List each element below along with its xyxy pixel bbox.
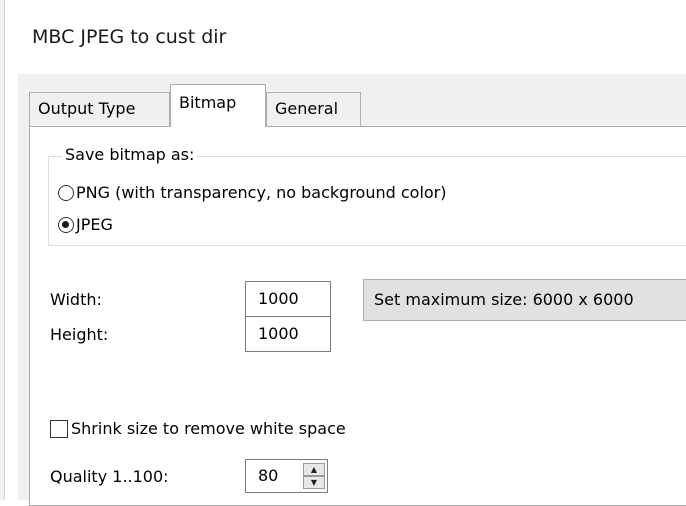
tab-general[interactable]: General: [266, 92, 361, 126]
quality-spinner[interactable]: ▲ ▼: [303, 463, 325, 489]
radio-png-label: PNG (with transparency, no background co…: [76, 183, 447, 202]
dialog-title: MBC JPEG to cust dir: [32, 26, 227, 48]
quality-value: 80: [258, 466, 279, 485]
spin-down-icon[interactable]: ▼: [303, 476, 325, 489]
quality-label: Quality 1..100:: [50, 467, 169, 486]
width-field[interactable]: 1000: [245, 281, 331, 317]
height-field[interactable]: 1000: [245, 316, 331, 352]
shrink-checkbox[interactable]: [50, 419, 68, 438]
quality-field[interactable]: 80 ▲ ▼: [245, 459, 328, 493]
tab-bitmap[interactable]: Bitmap: [170, 84, 266, 127]
width-label: Width:: [50, 290, 102, 309]
save-bitmap-legend: Save bitmap as:: [62, 145, 198, 164]
tab-output-type[interactable]: Output Type: [29, 92, 170, 126]
shrink-label: Shrink size to remove white space: [71, 419, 346, 438]
spin-up-icon[interactable]: ▲: [303, 463, 325, 476]
height-label: Height:: [50, 325, 109, 344]
radio-option-png[interactable]: PNG (with transparency, no background co…: [58, 183, 447, 202]
radio-jpeg-label: JPEG: [76, 215, 113, 234]
radio-png[interactable]: [58, 184, 74, 201]
radio-option-jpeg[interactable]: JPEG: [58, 215, 113, 234]
set-maximum-size-button[interactable]: Set maximum size: 6000 x 6000: [363, 279, 686, 321]
radio-jpeg[interactable]: [58, 216, 74, 233]
window-left-edge: [0, 0, 5, 500]
shrink-option[interactable]: Shrink size to remove white space: [50, 419, 346, 438]
